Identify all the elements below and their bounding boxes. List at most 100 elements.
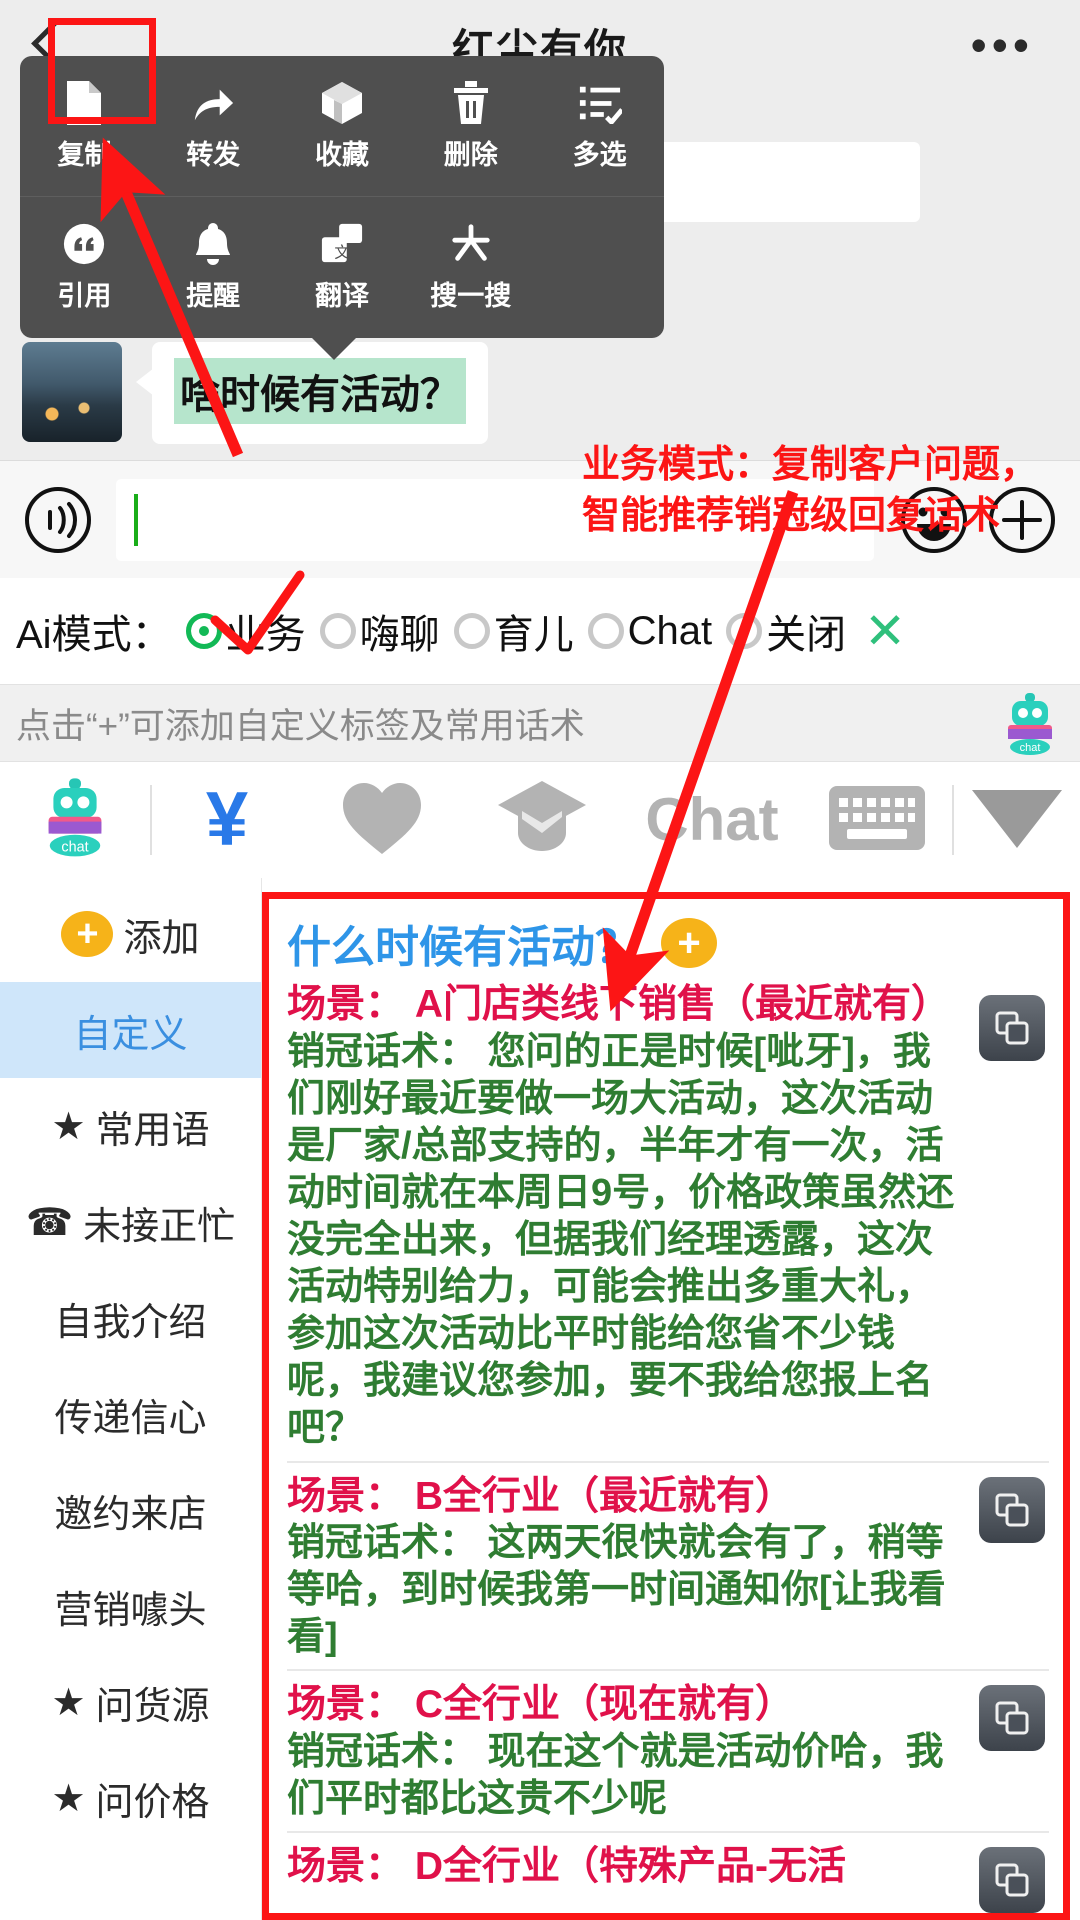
keyboard-icon xyxy=(827,780,927,861)
sidebar-item-ask-price[interactable]: ★ 问价格 xyxy=(0,1750,261,1846)
ai-mode-option-business[interactable]: 业务 xyxy=(185,602,306,660)
context-menu-label: 删除 xyxy=(443,139,498,170)
voice-wave-icon[interactable] xyxy=(22,484,94,556)
context-menu-label: 复制 xyxy=(57,139,112,170)
context-menu-item-quote[interactable]: 引用 xyxy=(20,222,149,313)
sidebar-item-custom[interactable]: 自定义 xyxy=(0,982,261,1078)
radio-dot-icon xyxy=(319,613,356,649)
sidebar-item-label: 问价格 xyxy=(95,1781,210,1824)
copy-duplicate-icon[interactable] xyxy=(979,995,1045,1061)
scene-block-d: 场景： D全行业（特殊产品-无活 xyxy=(287,1831,1049,1913)
message-input-bar xyxy=(0,460,1080,578)
radio-dot-icon xyxy=(726,613,763,649)
ai-mode-options: 业务 嗨聊 育儿 Chat 关闭 xyxy=(172,602,846,660)
ai-mode-option-off[interactable]: 关闭 xyxy=(726,602,846,660)
context-menu-item-multiselect[interactable]: 多选 xyxy=(535,81,664,172)
context-menu-label: 搜一搜 xyxy=(430,281,512,311)
svg-text:文: 文 xyxy=(334,244,349,261)
sidebar-item-self-intro[interactable]: 自我介绍 xyxy=(0,1270,261,1366)
context-menu-item-translate[interactable]: 文 翻译 xyxy=(278,222,407,313)
close-x-icon[interactable]: ✕ xyxy=(864,602,906,660)
sidebar-item-ask-supply[interactable]: ★ 问货源 xyxy=(0,1654,261,1750)
star-icon: ★ xyxy=(51,1681,86,1724)
context-menu-item-search[interactable]: 搜一搜 xyxy=(406,222,535,313)
sidebar-item-marketing-hook[interactable]: 营销噱头 xyxy=(0,1558,261,1654)
sidebar-item-label: 自我介绍 xyxy=(54,1301,207,1344)
scene-heading: 场景： D全行业（特殊产品-无活 xyxy=(287,1845,846,1889)
sidebar-item-invite-store[interactable]: 邀约来店 xyxy=(0,1462,261,1558)
copy-duplicate-icon[interactable] xyxy=(979,1476,1045,1543)
context-menu-label: 提醒 xyxy=(186,281,241,311)
copy-duplicate-icon[interactable] xyxy=(979,1847,1045,1913)
ai-mode-option-parenting[interactable]: 育儿 xyxy=(453,602,574,660)
toolbar-currency[interactable]: ¥ xyxy=(152,782,302,858)
scene-heading: 场景： A门店类线下销售（最近就有） xyxy=(287,983,951,1026)
svg-text:chat: chat xyxy=(1020,742,1041,754)
sidebar-item-label: 邀约来店 xyxy=(54,1493,207,1536)
chevron-down-triangle-icon xyxy=(968,780,1066,861)
context-menu-row-1: 复制 转发 收藏 删除 多选 xyxy=(20,56,664,197)
sidebar-item-confidence[interactable]: 传递信心 xyxy=(0,1366,261,1462)
context-menu-item-remind[interactable]: 提醒 xyxy=(149,222,278,313)
ai-mode-option-label: 业务 xyxy=(225,613,306,657)
sidebar-item-missed-busy[interactable]: ☎ 未接正忙 xyxy=(0,1174,261,1270)
sidebar-item-add[interactable]: + 添加 xyxy=(0,886,261,982)
hint-text: 点击“+”可添加自定义标签及常用话术 xyxy=(16,706,585,746)
hint-row: 点击“+”可添加自定义标签及常用话术 chat xyxy=(0,684,1080,762)
context-menu-label: 翻译 xyxy=(314,281,369,311)
copy-document-icon xyxy=(62,80,106,125)
app-root: 红尘有你 ••• 啥时候有活动？ 复制 转发 收藏 删除 多选 引用 提醒 文 … xyxy=(0,0,1080,1920)
context-menu-label: 转发 xyxy=(186,139,241,170)
telephone-icon: ☎ xyxy=(25,1201,74,1244)
plus-circle-icon[interactable] xyxy=(986,484,1058,556)
script-category-sidebar: + 添加 自定义 ★ 常用语 ☎ 未接正忙 自我介绍 传递信心 邀约来店 营销噱… xyxy=(0,878,262,1920)
sidebar-item-common-phrases[interactable]: ★ 常用语 xyxy=(0,1078,261,1174)
question-title: 什么时候有活动？ xyxy=(287,923,639,972)
forward-arrow-icon xyxy=(191,81,235,125)
toolbar-collapse[interactable] xyxy=(954,780,1080,861)
toolbar-robot-chat[interactable]: chat xyxy=(0,776,150,865)
robot-chat-icon: chat xyxy=(36,776,114,865)
context-menu-row-2: 引用 提醒 文 翻译 搜一搜 xyxy=(20,197,664,338)
quote-icon xyxy=(62,222,106,266)
graduation-cap-icon xyxy=(496,777,588,864)
robot-chat-icon[interactable]: chat xyxy=(998,691,1062,757)
avatar[interactable] xyxy=(22,342,122,442)
toolbar-education[interactable] xyxy=(462,777,622,864)
context-menu-label: 收藏 xyxy=(314,139,369,170)
toolbar-favorite[interactable] xyxy=(302,778,462,863)
trash-icon xyxy=(449,80,493,125)
context-menu-label: 多选 xyxy=(572,139,627,170)
smiley-icon[interactable] xyxy=(898,484,970,556)
context-menu-item-favorite[interactable]: 收藏 xyxy=(278,81,407,172)
context-menu-item-delete[interactable]: 删除 xyxy=(406,80,535,172)
toolbar-keyboard[interactable] xyxy=(802,780,952,861)
script-library-panel: + 添加 自定义 ★ 常用语 ☎ 未接正忙 自我介绍 传递信心 邀约来店 营销噱… xyxy=(0,878,1080,1920)
ai-mode-option-label: 育儿 xyxy=(493,613,574,657)
translate-icon: 文 xyxy=(320,222,364,266)
star-icon: ★ xyxy=(51,1105,86,1148)
radio-dot-icon xyxy=(587,613,624,649)
ai-mode-option-haichat[interactable]: 嗨聊 xyxy=(319,602,440,660)
context-menu-label: 引用 xyxy=(57,281,112,311)
bell-icon xyxy=(191,222,235,266)
sidebar-item-label: 添加 xyxy=(123,917,200,960)
plus-badge-icon[interactable]: + xyxy=(661,918,717,968)
search-sparkle-icon xyxy=(449,222,493,266)
scene-block-c: 场景： C全行业（现在就有） 销冠话术： 现在这个就是活动价哈，我们平时都比这贵… xyxy=(287,1669,1049,1831)
message-input-field[interactable] xyxy=(116,478,874,561)
scene-block-b: 场景： B全行业（最近就有） 销冠话术： 这两天很快就会有了，稍等等哈，到时候我… xyxy=(287,1460,1049,1670)
svg-text:chat: chat xyxy=(61,839,88,855)
context-menu-item-copy[interactable]: 复制 xyxy=(20,80,149,172)
ai-mode-label: Ai模式： xyxy=(16,613,172,657)
more-dots-icon[interactable]: ••• xyxy=(971,22,1034,68)
scene-block-a: 场景： A门店类线下销售（最近就有） 销冠话术： 您问的正是时候[呲牙]，我们刚… xyxy=(287,981,1049,1461)
context-menu-item-forward[interactable]: 转发 xyxy=(149,81,278,172)
message-context-menu[interactable]: 复制 转发 收藏 删除 多选 引用 提醒 文 翻译 搜一搜 xyxy=(20,56,664,360)
chat-text-icon: Chat xyxy=(645,786,779,853)
sidebar-item-label: 营销噱头 xyxy=(54,1589,207,1632)
plus-badge-icon: + xyxy=(61,911,114,957)
toolbar-chat-text[interactable]: Chat xyxy=(622,790,802,850)
ai-mode-option-chat[interactable]: Chat xyxy=(587,609,712,654)
copy-duplicate-icon[interactable] xyxy=(979,1685,1045,1752)
